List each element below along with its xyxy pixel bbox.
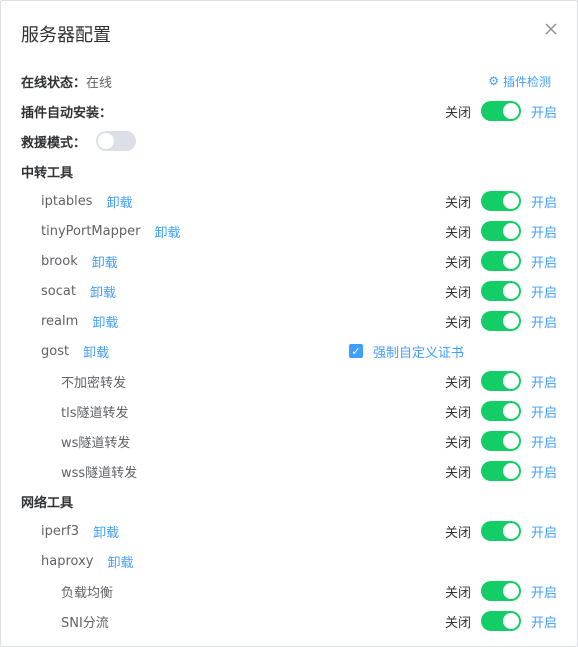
off-label: 关闭 — [444, 375, 471, 391]
mode-name: 不加密转发 — [61, 375, 127, 391]
tool-row-gost: gost 卸载 ✓ 强制自定义证书 — [1, 336, 577, 366]
uninstall-link[interactable]: 卸载 — [83, 342, 109, 361]
force-cert-checkbox[interactable]: ✓ 强制自定义证书 — [349, 342, 464, 361]
rescue-label: 救援模式： — [21, 135, 87, 151]
gear-icon: ⚙ — [488, 74, 499, 88]
on-label: 开启 — [530, 585, 557, 601]
ws-tunnel-switch[interactable] — [480, 431, 521, 451]
off-label: 关闭 — [444, 195, 471, 211]
gost-mode-row: ws隧道转发 关闭 开启 — [1, 426, 577, 456]
tool-row-brook: brook 卸载 关闭 开启 — [1, 246, 577, 276]
sni-split-switch[interactable] — [480, 611, 521, 631]
iperf3-switch[interactable] — [480, 521, 521, 541]
tool-row-iperf3: iperf3 卸载 关闭 开启 — [1, 516, 577, 546]
on-label: 开启 — [530, 255, 557, 271]
dialog-title: 服务器配置 — [21, 25, 111, 46]
tool-name: realm — [41, 313, 79, 329]
status-label: 在线状态： — [21, 75, 87, 91]
off-label: 关闭 — [444, 525, 471, 541]
haproxy-mode-row: 负载均衡 关闭 开启 — [1, 576, 577, 606]
on-label: 开启 — [530, 285, 557, 301]
tool-name: iptables — [41, 193, 93, 209]
tool-row-haproxy: haproxy 卸载 — [1, 546, 577, 576]
uninstall-link[interactable]: 卸载 — [92, 252, 118, 271]
tool-name: brook — [41, 253, 78, 269]
off-label: 关闭 — [444, 585, 471, 601]
tool-name: gost — [41, 343, 70, 359]
rescue-switch[interactable] — [96, 131, 136, 151]
off-label: 关闭 — [444, 615, 471, 631]
plain-forward-switch[interactable] — [480, 371, 521, 391]
tool-name: tinyPortMapper — [41, 223, 141, 239]
on-label: 开启 — [530, 375, 557, 391]
off-label: 关闭 — [444, 285, 471, 301]
uninstall-link[interactable]: 卸载 — [107, 552, 133, 571]
haproxy-mode-row: SNI分流 关闭 开启 — [1, 606, 577, 636]
mode-name: wss隧道转发 — [61, 465, 138, 481]
tls-tunnel-switch[interactable] — [480, 401, 521, 421]
on-label: 开启 — [530, 105, 557, 121]
tinyportmapper-switch[interactable] — [480, 221, 521, 241]
on-label: 开启 — [530, 435, 557, 451]
auto-install-row: 插件自动安装： 关闭 开启 — [1, 96, 577, 126]
mode-name: SNI分流 — [61, 615, 109, 631]
mode-name: tls隧道转发 — [61, 405, 129, 421]
server-config-dialog: 服务器配置 在线状态：在线 ⚙ 插件检测 插件自动安装： 关闭 开启 救援模式：… — [0, 0, 578, 647]
section-title-network: 网络工具 — [21, 495, 74, 511]
off-label: 关闭 — [444, 225, 471, 241]
gost-mode-row: tls隧道转发 关闭 开启 — [1, 396, 577, 426]
auto-install-label: 插件自动安装： — [21, 105, 113, 121]
off-label: 关闭 — [444, 405, 471, 421]
on-label: 开启 — [530, 225, 557, 241]
iptables-switch[interactable] — [480, 191, 521, 211]
on-label: 开启 — [530, 615, 557, 631]
tool-row-realm: realm 卸载 关闭 开启 — [1, 306, 577, 336]
uninstall-link[interactable]: 卸载 — [90, 282, 116, 301]
tool-name: iperf3 — [41, 523, 80, 539]
uninstall-link[interactable]: 卸载 — [154, 222, 180, 241]
force-cert-label: 强制自定义证书 — [373, 345, 465, 361]
on-label: 开启 — [530, 525, 557, 541]
mode-name: 负载均衡 — [61, 585, 114, 601]
close-icon[interactable] — [543, 21, 559, 37]
uninstall-link[interactable]: 卸载 — [107, 192, 133, 211]
off-label: 关闭 — [444, 255, 471, 271]
on-label: 开启 — [530, 405, 557, 421]
tool-name: haproxy — [41, 553, 94, 569]
off-label: 关闭 — [444, 105, 471, 121]
uninstall-link[interactable]: 卸载 — [92, 312, 118, 331]
check-icon: ✓ — [349, 344, 363, 358]
tool-name: socat — [41, 283, 76, 299]
off-label: 关闭 — [444, 315, 471, 331]
off-label: 关闭 — [444, 465, 471, 481]
on-label: 开启 — [530, 315, 557, 331]
wss-tunnel-switch[interactable] — [480, 461, 521, 481]
rescue-row: 救援模式： — [1, 126, 577, 156]
load-balance-switch[interactable] — [480, 581, 521, 601]
socat-switch[interactable] — [480, 281, 521, 301]
tool-row-tinyportmapper: tinyPortMapper 卸载 关闭 开启 — [1, 216, 577, 246]
status-row: 在线状态：在线 ⚙ 插件检测 — [1, 66, 577, 96]
tool-row-iptables: iptables 卸载 关闭 开启 — [1, 186, 577, 216]
off-label: 关闭 — [444, 435, 471, 451]
brook-switch[interactable] — [480, 251, 521, 271]
auto-install-switch[interactable] — [480, 101, 521, 121]
on-label: 开启 — [530, 465, 557, 481]
mode-name: ws隧道转发 — [61, 435, 131, 451]
uninstall-link[interactable]: 卸载 — [93, 522, 119, 541]
gost-mode-row: 不加密转发 关闭 开启 — [1, 366, 577, 396]
plugin-check-button[interactable]: ⚙ 插件检测 — [488, 73, 551, 90]
gost-mode-row: wss隧道转发 关闭 开启 — [1, 456, 577, 486]
plugin-check-label: 插件检测 — [502, 74, 551, 89]
section-title-relay: 中转工具 — [21, 165, 74, 181]
tool-row-socat: socat 卸载 关闭 开启 — [1, 276, 577, 306]
on-label: 开启 — [530, 195, 557, 211]
status-value: 在线 — [86, 75, 113, 91]
realm-switch[interactable] — [480, 311, 521, 331]
